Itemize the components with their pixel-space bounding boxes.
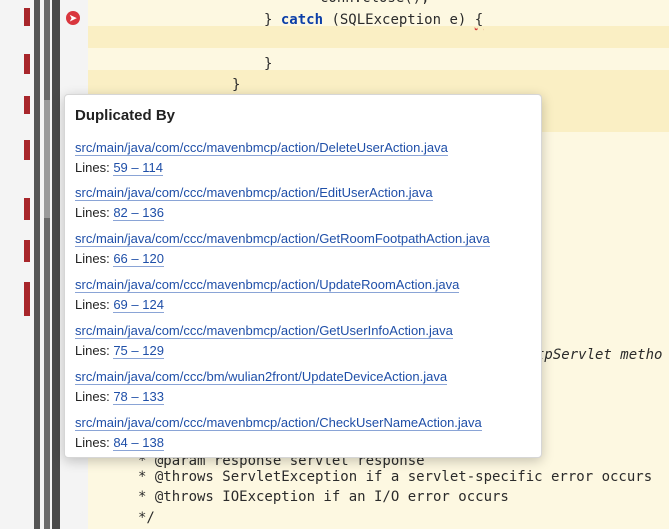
duplicate-entry: src/main/java/com/ccc/bm/wulian2front/Up… <box>75 367 448 407</box>
duplicate-file-link[interactable]: src/main/java/com/ccc/mavenbmcp/action/C… <box>75 415 482 431</box>
code-line: */ <box>138 510 155 526</box>
duplicate-file-link[interactable]: src/main/java/com/ccc/bm/wulian2front/Up… <box>75 369 448 385</box>
duplicate-lines-link[interactable]: 82 – 136 <box>113 205 164 221</box>
code-token: } <box>264 12 281 28</box>
duplication-marker[interactable] <box>24 282 30 316</box>
duplication-bar[interactable] <box>52 0 60 529</box>
duplication-bar-highlight[interactable] <box>44 100 50 218</box>
duplicate-file-link[interactable]: src/main/java/com/ccc/mavenbmcp/action/G… <box>75 231 490 247</box>
code-line: } catch (SQLException e) { <box>264 10 483 30</box>
duplicate-file-link[interactable]: src/main/java/com/ccc/mavenbmcp/action/U… <box>75 277 460 293</box>
code-token: (SQLException e) <box>323 12 475 28</box>
code-line: tpServlet metho <box>536 347 663 363</box>
lines-label: Lines: <box>75 343 110 358</box>
lines-label: Lines: <box>75 251 110 266</box>
duplicate-entry: src/main/java/com/ccc/mavenbmcp/action/U… <box>75 275 460 315</box>
lines-label: Lines: <box>75 160 110 175</box>
duplicate-lines-link[interactable]: 84 – 138 <box>113 435 164 451</box>
duplication-marker[interactable] <box>24 240 30 262</box>
lines-label: Lines: <box>75 297 110 312</box>
duplicate-lines-link[interactable]: 59 – 114 <box>113 160 163 176</box>
duplicate-entry: src/main/java/com/ccc/mavenbmcp/action/E… <box>75 183 433 223</box>
duplicate-lines-link[interactable]: 69 – 124 <box>113 297 164 313</box>
duplication-marker[interactable] <box>24 96 30 114</box>
error-token: { <box>474 12 484 28</box>
duplication-marker[interactable] <box>24 8 30 26</box>
error-collapse-icon[interactable]: ➤ <box>66 11 80 25</box>
code-line: * @throws IOException if an I/O error oc… <box>138 489 509 505</box>
duplicate-entry: src/main/java/com/ccc/mavenbmcp/action/G… <box>75 229 490 269</box>
code-line: conn.close(); <box>320 0 430 8</box>
duplication-bar[interactable] <box>34 0 40 529</box>
code-line: } <box>264 56 273 72</box>
code-line: * @throws ServletException if a servlet-… <box>138 469 653 485</box>
duplicate-lines-link[interactable]: 75 – 129 <box>113 343 164 359</box>
duplicated-by-popup: Duplicated By src/main/java/com/ccc/mave… <box>64 94 542 458</box>
keyword-token: catch <box>280 12 324 28</box>
duplicate-entry: src/main/java/com/ccc/mavenbmcp/action/G… <box>75 321 453 361</box>
duplicate-file-link[interactable]: src/main/java/com/ccc/mavenbmcp/action/G… <box>75 323 453 339</box>
duplication-bar[interactable] <box>44 0 50 529</box>
code-line: } <box>232 77 241 93</box>
duplicate-lines-link[interactable]: 66 – 120 <box>113 251 164 267</box>
duplicate-lines-link[interactable]: 78 – 133 <box>113 389 164 405</box>
duplicate-file-link[interactable]: src/main/java/com/ccc/mavenbmcp/action/D… <box>75 140 448 156</box>
lines-label: Lines: <box>75 389 110 404</box>
duplicate-file-link[interactable]: src/main/java/com/ccc/mavenbmcp/action/E… <box>75 185 433 201</box>
duplicate-entry: src/main/java/com/ccc/mavenbmcp/action/D… <box>75 138 448 178</box>
popup-title: Duplicated By <box>75 107 176 124</box>
duplication-marker[interactable] <box>24 54 30 74</box>
duplication-marker[interactable] <box>24 140 30 160</box>
lines-label: Lines: <box>75 205 110 220</box>
duplicate-entry: src/main/java/com/ccc/mavenbmcp/action/C… <box>75 413 482 453</box>
lines-label: Lines: <box>75 435 110 450</box>
highlighted-line <box>88 70 669 92</box>
duplication-marker[interactable] <box>24 198 30 220</box>
